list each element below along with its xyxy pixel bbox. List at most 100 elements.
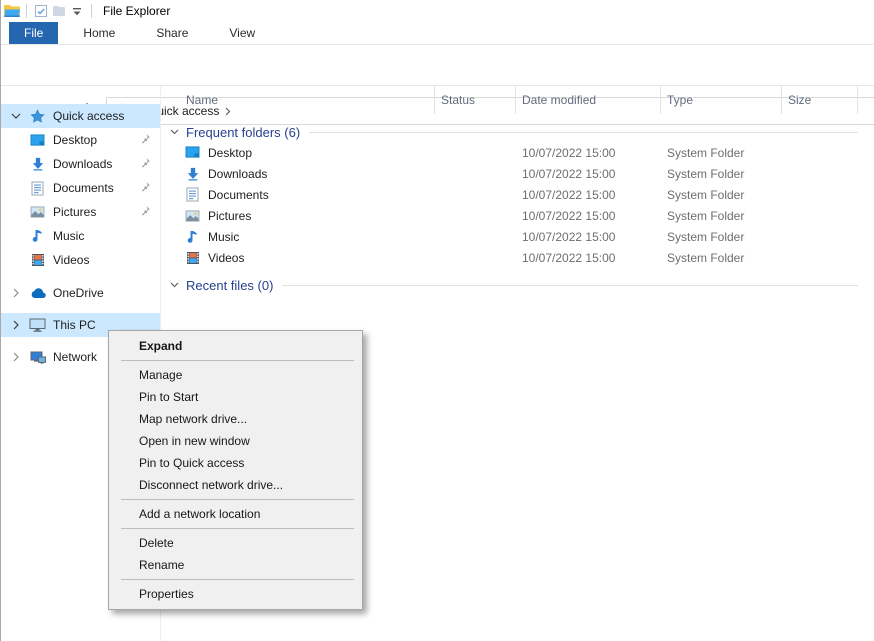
sidebar-item-pictures[interactable]: Pictures	[1, 200, 160, 224]
pictures-icon	[184, 208, 201, 224]
file-size	[782, 226, 858, 247]
file-name: Music	[208, 230, 239, 244]
group-header-label: Frequent folders (6)	[186, 125, 300, 140]
context-menu: Expand Manage Pin to Start Map network d…	[108, 330, 363, 610]
sidebar-item-label: Quick access	[53, 109, 124, 123]
group-header-recent-files[interactable]: Recent files (0)	[162, 275, 874, 295]
file-type: System Folder	[661, 205, 782, 226]
file-size	[782, 184, 858, 205]
file-explorer-app-icon	[3, 3, 21, 19]
pictures-icon	[29, 204, 46, 220]
file-type: System Folder	[661, 163, 782, 184]
menu-item-properties[interactable]: Properties	[109, 583, 362, 605]
file-row-pictures[interactable]: Pictures 10/07/2022 15:00 System Folder	[162, 205, 874, 226]
file-size	[782, 163, 858, 184]
sidebar-item-label: Pictures	[53, 205, 96, 219]
this-pc-icon	[29, 317, 46, 333]
pin-icon	[139, 157, 152, 170]
sidebar-item-quick-access[interactable]: Quick access	[1, 104, 160, 128]
file-size	[782, 142, 858, 163]
pin-icon	[139, 133, 152, 146]
videos-icon	[29, 252, 46, 268]
file-type: System Folder	[661, 247, 782, 268]
menu-item-pin-to-start[interactable]: Pin to Start	[109, 386, 362, 408]
file-status	[435, 163, 516, 184]
window-title: File Explorer	[103, 4, 170, 18]
column-header-status[interactable]: Status	[435, 86, 516, 114]
chevron-down-icon[interactable]	[9, 113, 23, 120]
chevron-down-icon[interactable]	[170, 129, 179, 135]
column-header-name[interactable]: Name	[162, 86, 435, 114]
sidebar-item-videos[interactable]: Videos	[1, 248, 160, 272]
group-header-frequent-folders[interactable]: Frequent folders (6)	[162, 122, 874, 142]
tab-view[interactable]: View	[213, 22, 271, 44]
tab-file[interactable]: File	[9, 22, 58, 44]
column-header-size[interactable]: Size	[782, 86, 858, 114]
file-date-modified: 10/07/2022 15:00	[516, 226, 661, 247]
downloads-icon	[184, 166, 201, 182]
menu-item-disconnect-network-drive[interactable]: Disconnect network drive...	[109, 474, 362, 496]
desktop-icon	[29, 132, 46, 148]
menu-item-expand[interactable]: Expand	[109, 335, 362, 357]
group-header-label: Recent files (0)	[186, 278, 273, 293]
group-header-rule	[282, 285, 858, 286]
file-type: System Folder	[661, 184, 782, 205]
navigation-bar: Quick access	[1, 45, 874, 86]
toolbar-separator	[26, 4, 27, 18]
file-row-downloads[interactable]: Downloads 10/07/2022 15:00 System Folder	[162, 163, 874, 184]
sidebar-item-label: This PC	[53, 318, 96, 332]
file-name: Documents	[208, 188, 269, 202]
file-row-music[interactable]: Music 10/07/2022 15:00 System Folder	[162, 226, 874, 247]
sidebar-item-documents[interactable]: Documents	[1, 176, 160, 200]
file-row-documents[interactable]: Documents 10/07/2022 15:00 System Folder	[162, 184, 874, 205]
column-header-date-modified[interactable]: Date modified	[516, 86, 661, 114]
chevron-right-icon[interactable]	[9, 352, 23, 362]
file-date-modified: 10/07/2022 15:00	[516, 184, 661, 205]
customize-toolbar-chevron[interactable]	[68, 3, 86, 19]
documents-icon	[29, 180, 46, 196]
sidebar-item-onedrive[interactable]: OneDrive	[1, 281, 160, 305]
file-size	[782, 247, 858, 268]
menu-item-map-network-drive[interactable]: Map network drive...	[109, 408, 362, 430]
tab-share[interactable]: Share	[140, 22, 204, 44]
menu-item-delete[interactable]: Delete	[109, 532, 362, 554]
sidebar-item-label: OneDrive	[53, 286, 104, 300]
onedrive-icon	[29, 285, 46, 301]
sidebar-item-label: Desktop	[53, 133, 97, 147]
network-icon	[29, 349, 46, 365]
file-row-desktop[interactable]: Desktop 10/07/2022 15:00 System Folder	[162, 142, 874, 163]
chevron-right-icon[interactable]	[9, 320, 23, 330]
menu-item-open-in-new-window[interactable]: Open in new window	[109, 430, 362, 452]
menu-item-manage[interactable]: Manage	[109, 364, 362, 386]
column-headers: Name Status Date modified Type Size	[162, 86, 874, 114]
column-header-type[interactable]: Type	[661, 86, 782, 114]
sidebar-item-label: Videos	[53, 253, 89, 267]
music-icon	[29, 228, 46, 244]
file-type: System Folder	[661, 226, 782, 247]
file-name: Videos	[208, 251, 244, 265]
file-date-modified: 10/07/2022 15:00	[516, 163, 661, 184]
menu-separator	[121, 579, 354, 580]
properties-icon[interactable]	[32, 3, 50, 19]
menu-item-pin-to-quick-access[interactable]: Pin to Quick access	[109, 452, 362, 474]
toolbar-separator	[91, 4, 92, 18]
file-status	[435, 226, 516, 247]
tab-home[interactable]: Home	[67, 22, 131, 44]
sidebar-item-desktop[interactable]: Desktop	[1, 128, 160, 152]
ribbon-tab-bar: File Home Share View	[1, 22, 874, 45]
chevron-down-icon[interactable]	[170, 282, 179, 288]
videos-icon	[184, 250, 201, 266]
sidebar-item-downloads[interactable]: Downloads	[1, 152, 160, 176]
file-type: System Folder	[661, 142, 782, 163]
sidebar-item-label: Music	[53, 229, 84, 243]
pin-icon	[139, 205, 152, 218]
sidebar-item-music[interactable]: Music	[1, 224, 160, 248]
file-row-videos[interactable]: Videos 10/07/2022 15:00 System Folder	[162, 247, 874, 268]
menu-item-rename[interactable]: Rename	[109, 554, 362, 576]
documents-icon	[184, 187, 201, 203]
menu-item-add-a-network-location[interactable]: Add a network location	[109, 503, 362, 525]
new-folder-icon[interactable]	[50, 3, 68, 19]
file-explorer-window: File Explorer File Home Share View Quic	[0, 0, 874, 641]
chevron-right-icon[interactable]	[9, 288, 23, 298]
file-name: Pictures	[208, 209, 251, 223]
